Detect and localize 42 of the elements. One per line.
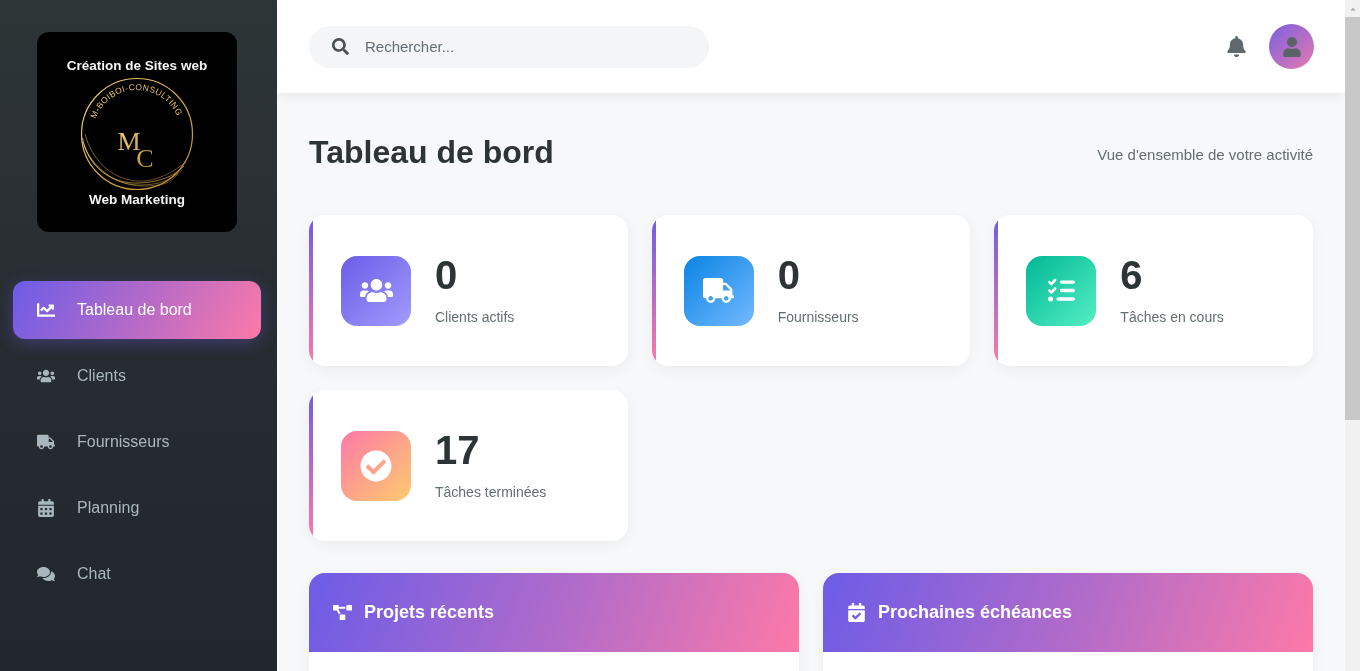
users-icon [341, 255, 411, 326]
chart-line-icon [37, 301, 55, 319]
calendar-icon [37, 499, 55, 517]
stat-value: 6 [1120, 251, 1144, 299]
calendar-check-icon [847, 603, 866, 622]
nav-label: Clients [77, 367, 126, 385]
search-icon [332, 37, 349, 55]
logo-tagline: Web Marketing [89, 192, 185, 208]
nav-item[interactable]: Chat [13, 545, 261, 603]
nav-label: Tableau de bord [77, 301, 192, 319]
scrollbar-thumb[interactable] [1345, 17, 1360, 420]
stat-label: Fournisseurs [777, 307, 859, 327]
logo-tagline: Création de Sites web [66, 58, 208, 74]
diagram-icon [333, 603, 352, 622]
nav-label: Planning [77, 499, 140, 517]
stat-value: 17 [435, 426, 481, 474]
nav-label: Chat [77, 565, 111, 583]
monogram: MC [117, 127, 154, 173]
panel-title: Projets récents [364, 602, 495, 623]
search-field[interactable]: Rechercher... [309, 25, 709, 68]
nav-item[interactable]: Fournisseurs [13, 413, 261, 471]
user-avatar-icon[interactable] [1269, 24, 1314, 69]
page-subtitle: Vue d'ensemble de votre activité [1097, 145, 1313, 163]
nav-item[interactable]: Tableau de bord [13, 281, 261, 339]
notifications-button[interactable] [1226, 36, 1247, 57]
page-title: Tableau de bord [309, 133, 554, 171]
nav-item[interactable]: Planning [13, 479, 261, 537]
chat-bubbles-icon [37, 565, 55, 583]
stat-label: Tâches en cours [1120, 307, 1224, 327]
checklist-icon [1026, 255, 1097, 326]
stat-label: Clients actifs [435, 307, 515, 327]
stat-label: Tâches terminées [435, 482, 547, 502]
truck-icon [37, 433, 55, 451]
nav-label: Fournisseurs [77, 433, 170, 451]
stat-value: 0 [777, 251, 801, 299]
users-icon [37, 367, 55, 385]
nav-item[interactable]: Clients [13, 347, 261, 405]
stat-value: 0 [435, 251, 459, 299]
bell-icon [1226, 36, 1247, 57]
panel-title: Prochaines échéances [878, 602, 1073, 623]
scrollbar[interactable] [1345, 0, 1360, 671]
truck-icon [683, 255, 754, 326]
